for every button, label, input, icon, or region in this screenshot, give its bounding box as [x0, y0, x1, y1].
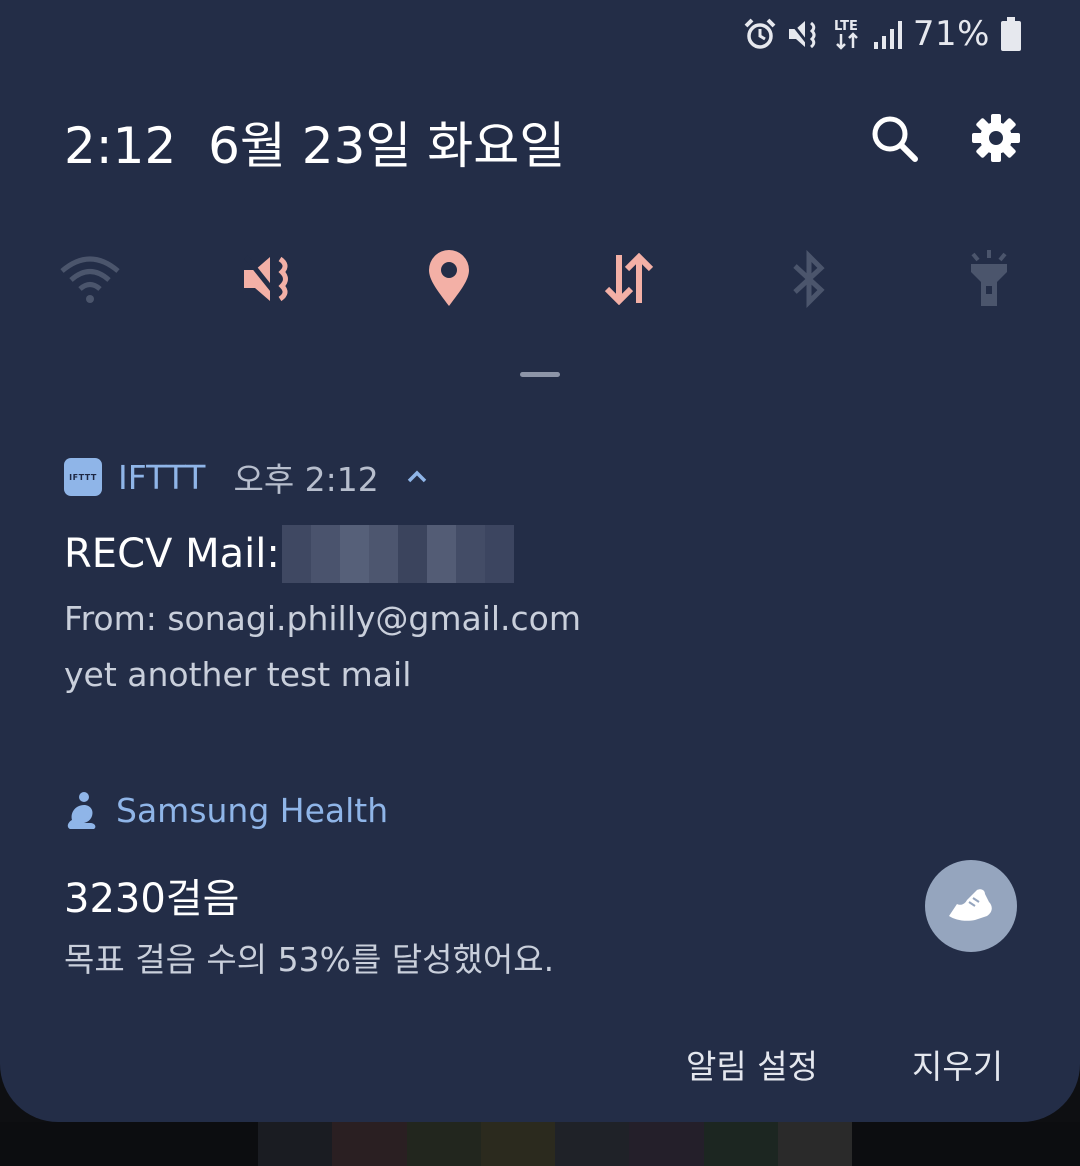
ifttt-app-icon: IFTTT [64, 458, 102, 496]
background-app-strip [0, 1122, 1080, 1166]
vibrate-icon [787, 17, 823, 51]
panel-drag-handle[interactable] [520, 372, 560, 377]
quick-tile-sound[interactable] [234, 245, 306, 317]
svg-text:LTE: LTE [834, 19, 858, 34]
samsung-health-icon [64, 790, 100, 830]
notification-title-text: RECV Mail: [64, 531, 280, 577]
data-transfer-icon [601, 252, 657, 309]
status-bar: LTE 71% [743, 12, 1022, 56]
goal-progress-text: 목표 걸음 수의 53%를 달성했어요. [64, 940, 555, 979]
bluetooth-icon [789, 249, 829, 312]
date-time: 2:12 6월 23일 화요일 [64, 106, 565, 178]
lte-icon: LTE [833, 17, 863, 51]
notification-header: IFTTT IFTTT 오후 2:12 [64, 455, 1024, 499]
date-label: 6월 23일 화요일 [208, 117, 566, 175]
quick-tile-location[interactable] [413, 245, 485, 317]
notification-shade: LTE 71% 2:12 6월 23일 화요일 IFTTT IFTTT 오후 2… [0, 0, 1080, 1122]
signal-icon [873, 18, 903, 50]
quick-settings [0, 245, 1080, 317]
notification-ifttt[interactable]: IFTTT IFTTT 오후 2:12 RECV Mail: From: son… [64, 455, 1024, 697]
notification-settings-button[interactable]: 알림 설정 [686, 1040, 818, 1088]
notification-time: 오후 2:12 [233, 460, 379, 499]
battery-percent: 71% [912, 14, 990, 54]
location-icon [427, 250, 471, 312]
quick-tile-mobile-data[interactable] [593, 245, 665, 317]
alarm-icon [743, 17, 777, 51]
notification-header: Samsung Health [64, 788, 1024, 832]
quick-tile-wifi[interactable] [54, 245, 126, 317]
app-name: IFTTT [118, 457, 206, 497]
chevron-up-icon[interactable] [405, 465, 429, 489]
flashlight-icon [967, 248, 1011, 314]
quick-tile-flashlight[interactable] [953, 245, 1025, 317]
gear-icon[interactable] [970, 112, 1022, 164]
clock-time: 2:12 [64, 117, 177, 175]
vibrate-icon [240, 251, 300, 311]
quick-tile-bluetooth[interactable] [773, 245, 845, 317]
wifi-icon [58, 251, 122, 311]
shoe-icon [945, 884, 997, 928]
redacted-subject [281, 525, 514, 583]
search-icon[interactable] [868, 112, 920, 164]
step-count: 3230걸음 [64, 876, 240, 922]
notification-body: yet another test mail [64, 655, 412, 694]
notification-samsung-health[interactable]: Samsung Health 3230걸음 목표 걸음 수의 53%를 달성했어… [64, 788, 1024, 982]
battery-icon [1000, 16, 1022, 52]
step-action-button[interactable] [925, 860, 1017, 952]
app-name: Samsung Health [116, 790, 389, 830]
clear-all-button[interactable]: 지우기 [912, 1040, 1003, 1088]
notification-title: RECV Mail: [64, 525, 1024, 583]
notification-sender: From: sonagi.philly@gmail.com [64, 599, 582, 638]
